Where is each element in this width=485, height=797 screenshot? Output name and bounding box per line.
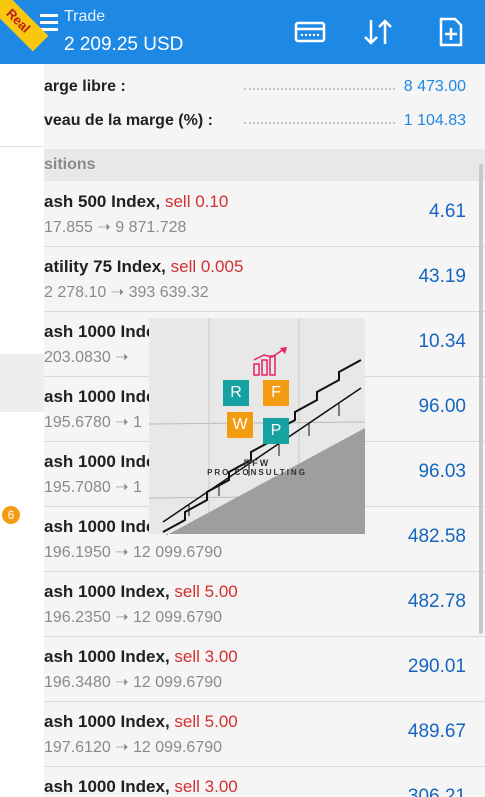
logo-letter-w: W [227, 412, 253, 438]
side-selected-item[interactable] [0, 354, 44, 412]
trade-action: sell 0.005 [170, 257, 244, 276]
symbol-name: ash 1000 Index, [44, 712, 170, 731]
notification-count-badge: 6 [2, 506, 20, 524]
symbol-name: atility 75 Index, [44, 257, 166, 276]
position-symbol: ash 1000 Index, sell 3.00 [44, 647, 238, 667]
position-row[interactable]: ash 1000 Index, sell 5.00 197.6120 ➝ 12 0… [44, 702, 485, 767]
price-range: 196.1950 ➝ 12 099.6790 [44, 544, 223, 561]
price-range: 195.7080 ➝ 1 [44, 479, 142, 496]
logo-letter-p: P [263, 418, 289, 444]
position-profit: 489.67 [407, 721, 466, 742]
price-range: 17.855 ➝ 9 871.728 [44, 219, 187, 236]
position-profit: 96.03 [418, 461, 466, 482]
card-icon[interactable] [292, 14, 328, 50]
position-symbol: ash 1000 Index, sell 3.00 [44, 777, 238, 797]
position-row[interactable]: atility 75 Index, sell 0.005 2 278.10 ➝ 3… [44, 247, 485, 312]
logo-letter-f: F [263, 380, 289, 406]
side-drawer: 6 [0, 64, 44, 797]
symbol-name: ash 1000 Index, [44, 647, 170, 666]
position-symbol: ash 500 Index, sell 0.10 [44, 192, 228, 212]
dotted-leader [244, 122, 395, 124]
position-row[interactable]: ash 500 Index, sell 0.10 17.855 ➝ 9 871.7… [44, 182, 485, 247]
trade-action: sell 3.00 [174, 777, 238, 796]
price-range: 203.0830 ➝ [44, 349, 129, 366]
scrollbar[interactable] [479, 164, 483, 634]
growth-chart-icon [252, 346, 292, 376]
trade-action: sell 0.10 [164, 192, 229, 211]
symbol-name: ash 500 Index, [44, 192, 161, 211]
position-row[interactable]: ash 1000 Index, sell 3.00 196.3480 ➝ 12 0… [44, 637, 485, 702]
menu-icon[interactable] [40, 14, 58, 31]
price-range: 196.3480 ➝ 12 099.6790 [44, 674, 223, 691]
position-profit: 43.19 [418, 266, 466, 287]
price-range: 195.6780 ➝ 1 [44, 414, 142, 431]
free-margin-value: 8 473.00 [403, 78, 466, 95]
brand-name: RFW [243, 458, 271, 468]
position-profit: 10.34 [418, 331, 466, 352]
position-symbol: ash 1000 Index, sell 5.00 [44, 712, 238, 732]
sort-arrows-icon[interactable] [360, 14, 396, 50]
position-profit: 482.78 [407, 591, 466, 612]
price-range: 197.6120 ➝ 12 099.6790 [44, 739, 223, 756]
trade-action: sell 5.00 [174, 712, 238, 731]
position-row[interactable]: ash 1000 Index, sell 3.00 306.21 [44, 767, 485, 797]
side-divider [0, 146, 44, 147]
price-range: 2 278.10 ➝ 393 639.32 [44, 284, 209, 301]
free-margin-label: arge libre : [44, 78, 126, 95]
symbol-name: ash 1000 Index, [44, 582, 170, 601]
free-margin-row: arge libre : 8 473.00 [44, 70, 485, 104]
position-profit: 4.61 [429, 201, 466, 222]
margin-level-value: 1 104.83 [403, 112, 466, 129]
position-profit: 482.58 [407, 526, 466, 547]
position-row[interactable]: ash 1000 Index, sell 5.00 196.2350 ➝ 12 0… [44, 572, 485, 637]
logo-letter-r: R [223, 380, 249, 406]
position-profit: 306.21 [407, 786, 466, 797]
position-profit: 96.00 [418, 396, 466, 417]
trade-action: sell 3.00 [174, 647, 238, 666]
position-profit: 290.01 [407, 656, 466, 677]
trade-action: sell 5.00 [174, 582, 238, 601]
positions-section-header: sitions [44, 149, 485, 181]
header-title: Trade [64, 8, 106, 25]
rfw-logo-overlay: R F W P RFW PRO CONSULTING [149, 318, 365, 534]
position-symbol: atility 75 Index, sell 0.005 [44, 257, 243, 277]
new-document-plus-icon[interactable] [433, 14, 469, 50]
margin-level-row: veau de la marge (%) : 1 104.83 [44, 104, 485, 138]
symbol-name: ash 1000 Index, [44, 777, 170, 796]
price-range: 196.2350 ➝ 12 099.6790 [44, 609, 223, 626]
app-header: Trade 2 209.25 USD [0, 0, 485, 64]
dotted-leader [244, 88, 395, 90]
brand-tagline: PRO CONSULTING [207, 468, 307, 477]
margin-level-label: veau de la marge (%) : [44, 112, 213, 129]
position-symbol: ash 1000 Index, sell 5.00 [44, 582, 238, 602]
account-balance: 2 209.25 USD [64, 34, 184, 55]
